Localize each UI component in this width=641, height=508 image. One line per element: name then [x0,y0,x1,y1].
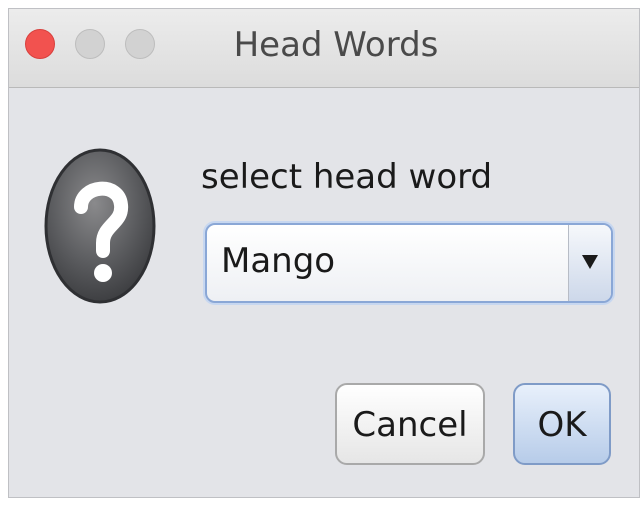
window-title: Head Words [9,25,639,65]
cancel-button[interactable]: Cancel [335,383,485,465]
question-mark-icon [43,145,157,307]
ok-button[interactable]: OK [513,383,611,465]
chevron-down-icon [582,255,598,269]
dialog-window: Head Words select head word Mango Cancel… [8,8,640,498]
window-title-text: Head Words [233,25,439,65]
title-bar[interactable]: Head Words [9,9,639,88]
dropdown-toggle[interactable] [568,225,611,301]
head-word-select[interactable]: Mango [205,223,613,303]
prompt-label: select head word [201,157,493,197]
selected-value: Mango [221,241,336,281]
